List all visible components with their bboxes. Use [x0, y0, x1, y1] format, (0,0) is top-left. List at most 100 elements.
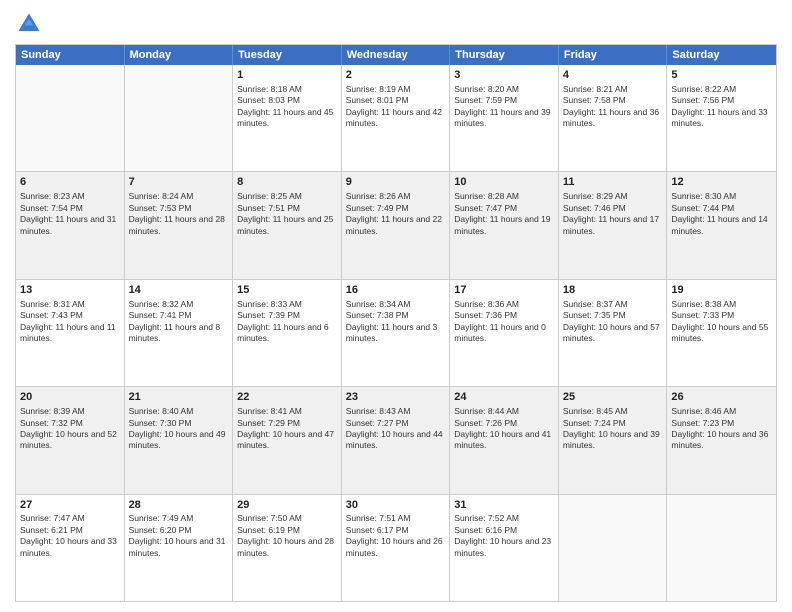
calendar-cell: [16, 65, 125, 171]
daylight-text: Daylight: 11 hours and 0 minutes.: [454, 322, 546, 343]
sunset-text: Sunset: 7:35 PM: [563, 310, 626, 320]
sunset-text: Sunset: 7:53 PM: [129, 203, 192, 213]
sunset-text: Sunset: 7:30 PM: [129, 418, 192, 428]
sunset-text: Sunset: 7:47 PM: [454, 203, 517, 213]
daylight-text: Daylight: 11 hours and 33 minutes.: [671, 107, 767, 128]
sunrise-text: Sunrise: 8:43 AM: [346, 406, 411, 416]
sunrise-text: Sunrise: 8:39 AM: [20, 406, 85, 416]
daylight-text: Daylight: 11 hours and 8 minutes.: [129, 322, 221, 343]
daylight-text: Daylight: 10 hours and 41 minutes.: [454, 429, 551, 450]
daylight-text: Daylight: 11 hours and 31 minutes.: [20, 214, 116, 235]
sunset-text: Sunset: 7:49 PM: [346, 203, 409, 213]
day-number: 23: [346, 390, 446, 405]
sunrise-text: Sunrise: 8:22 AM: [671, 84, 736, 94]
daylight-text: Daylight: 11 hours and 11 minutes.: [20, 322, 116, 343]
calendar-cell: 14Sunrise: 8:32 AMSunset: 7:41 PMDayligh…: [125, 280, 234, 386]
calendar-cell: 21Sunrise: 8:40 AMSunset: 7:30 PMDayligh…: [125, 387, 234, 493]
calendar-cell: 13Sunrise: 8:31 AMSunset: 7:43 PMDayligh…: [16, 280, 125, 386]
daylight-text: Daylight: 10 hours and 47 minutes.: [237, 429, 334, 450]
sunset-text: Sunset: 6:19 PM: [237, 525, 300, 535]
day-number: 10: [454, 175, 554, 190]
page: SundayMondayTuesdayWednesdayThursdayFrid…: [0, 0, 792, 612]
sunrise-text: Sunrise: 8:23 AM: [20, 191, 85, 201]
sunrise-text: Sunrise: 8:29 AM: [563, 191, 628, 201]
sunrise-text: Sunrise: 8:25 AM: [237, 191, 302, 201]
day-number: 26: [671, 390, 772, 405]
daylight-text: Daylight: 11 hours and 19 minutes.: [454, 214, 550, 235]
sunset-text: Sunset: 6:20 PM: [129, 525, 192, 535]
sunrise-text: Sunrise: 8:38 AM: [671, 299, 736, 309]
sunrise-text: Sunrise: 7:51 AM: [346, 513, 411, 523]
calendar-header: SundayMondayTuesdayWednesdayThursdayFrid…: [16, 45, 776, 65]
sunrise-text: Sunrise: 7:49 AM: [129, 513, 194, 523]
header-day-tuesday: Tuesday: [233, 45, 342, 65]
sunrise-text: Sunrise: 8:18 AM: [237, 84, 302, 94]
day-number: 12: [671, 175, 772, 190]
day-number: 4: [563, 68, 663, 83]
sunset-text: Sunset: 7:39 PM: [237, 310, 300, 320]
calendar: SundayMondayTuesdayWednesdayThursdayFrid…: [15, 44, 777, 602]
sunset-text: Sunset: 7:23 PM: [671, 418, 734, 428]
daylight-text: Daylight: 10 hours and 55 minutes.: [671, 322, 768, 343]
sunset-text: Sunset: 7:26 PM: [454, 418, 517, 428]
day-number: 1: [237, 68, 337, 83]
sunrise-text: Sunrise: 8:30 AM: [671, 191, 736, 201]
header-day-wednesday: Wednesday: [342, 45, 451, 65]
day-number: 20: [20, 390, 120, 405]
day-number: 6: [20, 175, 120, 190]
day-number: 27: [20, 498, 120, 513]
sunrise-text: Sunrise: 8:37 AM: [563, 299, 628, 309]
sunrise-text: Sunrise: 8:40 AM: [129, 406, 194, 416]
day-number: 21: [129, 390, 229, 405]
calendar-cell: 9Sunrise: 8:26 AMSunset: 7:49 PMDaylight…: [342, 172, 451, 278]
calendar-cell: 19Sunrise: 8:38 AMSunset: 7:33 PMDayligh…: [667, 280, 776, 386]
sunrise-text: Sunrise: 8:31 AM: [20, 299, 85, 309]
day-number: 5: [671, 68, 772, 83]
header-day-friday: Friday: [559, 45, 668, 65]
day-number: 25: [563, 390, 663, 405]
day-number: 2: [346, 68, 446, 83]
calendar-cell: 25Sunrise: 8:45 AMSunset: 7:24 PMDayligh…: [559, 387, 668, 493]
header-day-saturday: Saturday: [667, 45, 776, 65]
calendar-cell: 31Sunrise: 7:52 AMSunset: 6:16 PMDayligh…: [450, 495, 559, 601]
daylight-text: Daylight: 10 hours and 31 minutes.: [129, 536, 226, 557]
header: [15, 10, 777, 38]
calendar-cell: 10Sunrise: 8:28 AMSunset: 7:47 PMDayligh…: [450, 172, 559, 278]
calendar-cell: 18Sunrise: 8:37 AMSunset: 7:35 PMDayligh…: [559, 280, 668, 386]
sunrise-text: Sunrise: 8:36 AM: [454, 299, 519, 309]
day-number: 8: [237, 175, 337, 190]
daylight-text: Daylight: 11 hours and 3 minutes.: [346, 322, 438, 343]
daylight-text: Daylight: 10 hours and 23 minutes.: [454, 536, 551, 557]
sunrise-text: Sunrise: 8:21 AM: [563, 84, 628, 94]
calendar-cell: 15Sunrise: 8:33 AMSunset: 7:39 PMDayligh…: [233, 280, 342, 386]
daylight-text: Daylight: 11 hours and 25 minutes.: [237, 214, 333, 235]
calendar-cell: 16Sunrise: 8:34 AMSunset: 7:38 PMDayligh…: [342, 280, 451, 386]
daylight-text: Daylight: 11 hours and 6 minutes.: [237, 322, 329, 343]
sunset-text: Sunset: 7:36 PM: [454, 310, 517, 320]
calendar-week-2: 6Sunrise: 8:23 AMSunset: 7:54 PMDaylight…: [16, 172, 776, 279]
calendar-cell: 6Sunrise: 8:23 AMSunset: 7:54 PMDaylight…: [16, 172, 125, 278]
sunset-text: Sunset: 6:17 PM: [346, 525, 409, 535]
calendar-cell: 8Sunrise: 8:25 AMSunset: 7:51 PMDaylight…: [233, 172, 342, 278]
day-number: 11: [563, 175, 663, 190]
calendar-week-4: 20Sunrise: 8:39 AMSunset: 7:32 PMDayligh…: [16, 387, 776, 494]
sunset-text: Sunset: 7:29 PM: [237, 418, 300, 428]
sunrise-text: Sunrise: 7:50 AM: [237, 513, 302, 523]
daylight-text: Daylight: 11 hours and 22 minutes.: [346, 214, 442, 235]
calendar-cell: 11Sunrise: 8:29 AMSunset: 7:46 PMDayligh…: [559, 172, 668, 278]
daylight-text: Daylight: 10 hours and 26 minutes.: [346, 536, 443, 557]
sunrise-text: Sunrise: 8:41 AM: [237, 406, 302, 416]
daylight-text: Daylight: 11 hours and 14 minutes.: [671, 214, 767, 235]
calendar-cell: 7Sunrise: 8:24 AMSunset: 7:53 PMDaylight…: [125, 172, 234, 278]
sunrise-text: Sunrise: 8:32 AM: [129, 299, 194, 309]
daylight-text: Daylight: 10 hours and 28 minutes.: [237, 536, 334, 557]
sunrise-text: Sunrise: 8:19 AM: [346, 84, 411, 94]
calendar-cell: 12Sunrise: 8:30 AMSunset: 7:44 PMDayligh…: [667, 172, 776, 278]
day-number: 3: [454, 68, 554, 83]
day-number: 9: [346, 175, 446, 190]
sunrise-text: Sunrise: 8:45 AM: [563, 406, 628, 416]
daylight-text: Daylight: 10 hours and 52 minutes.: [20, 429, 117, 450]
daylight-text: Daylight: 11 hours and 39 minutes.: [454, 107, 550, 128]
daylight-text: Daylight: 11 hours and 17 minutes.: [563, 214, 659, 235]
day-number: 28: [129, 498, 229, 513]
